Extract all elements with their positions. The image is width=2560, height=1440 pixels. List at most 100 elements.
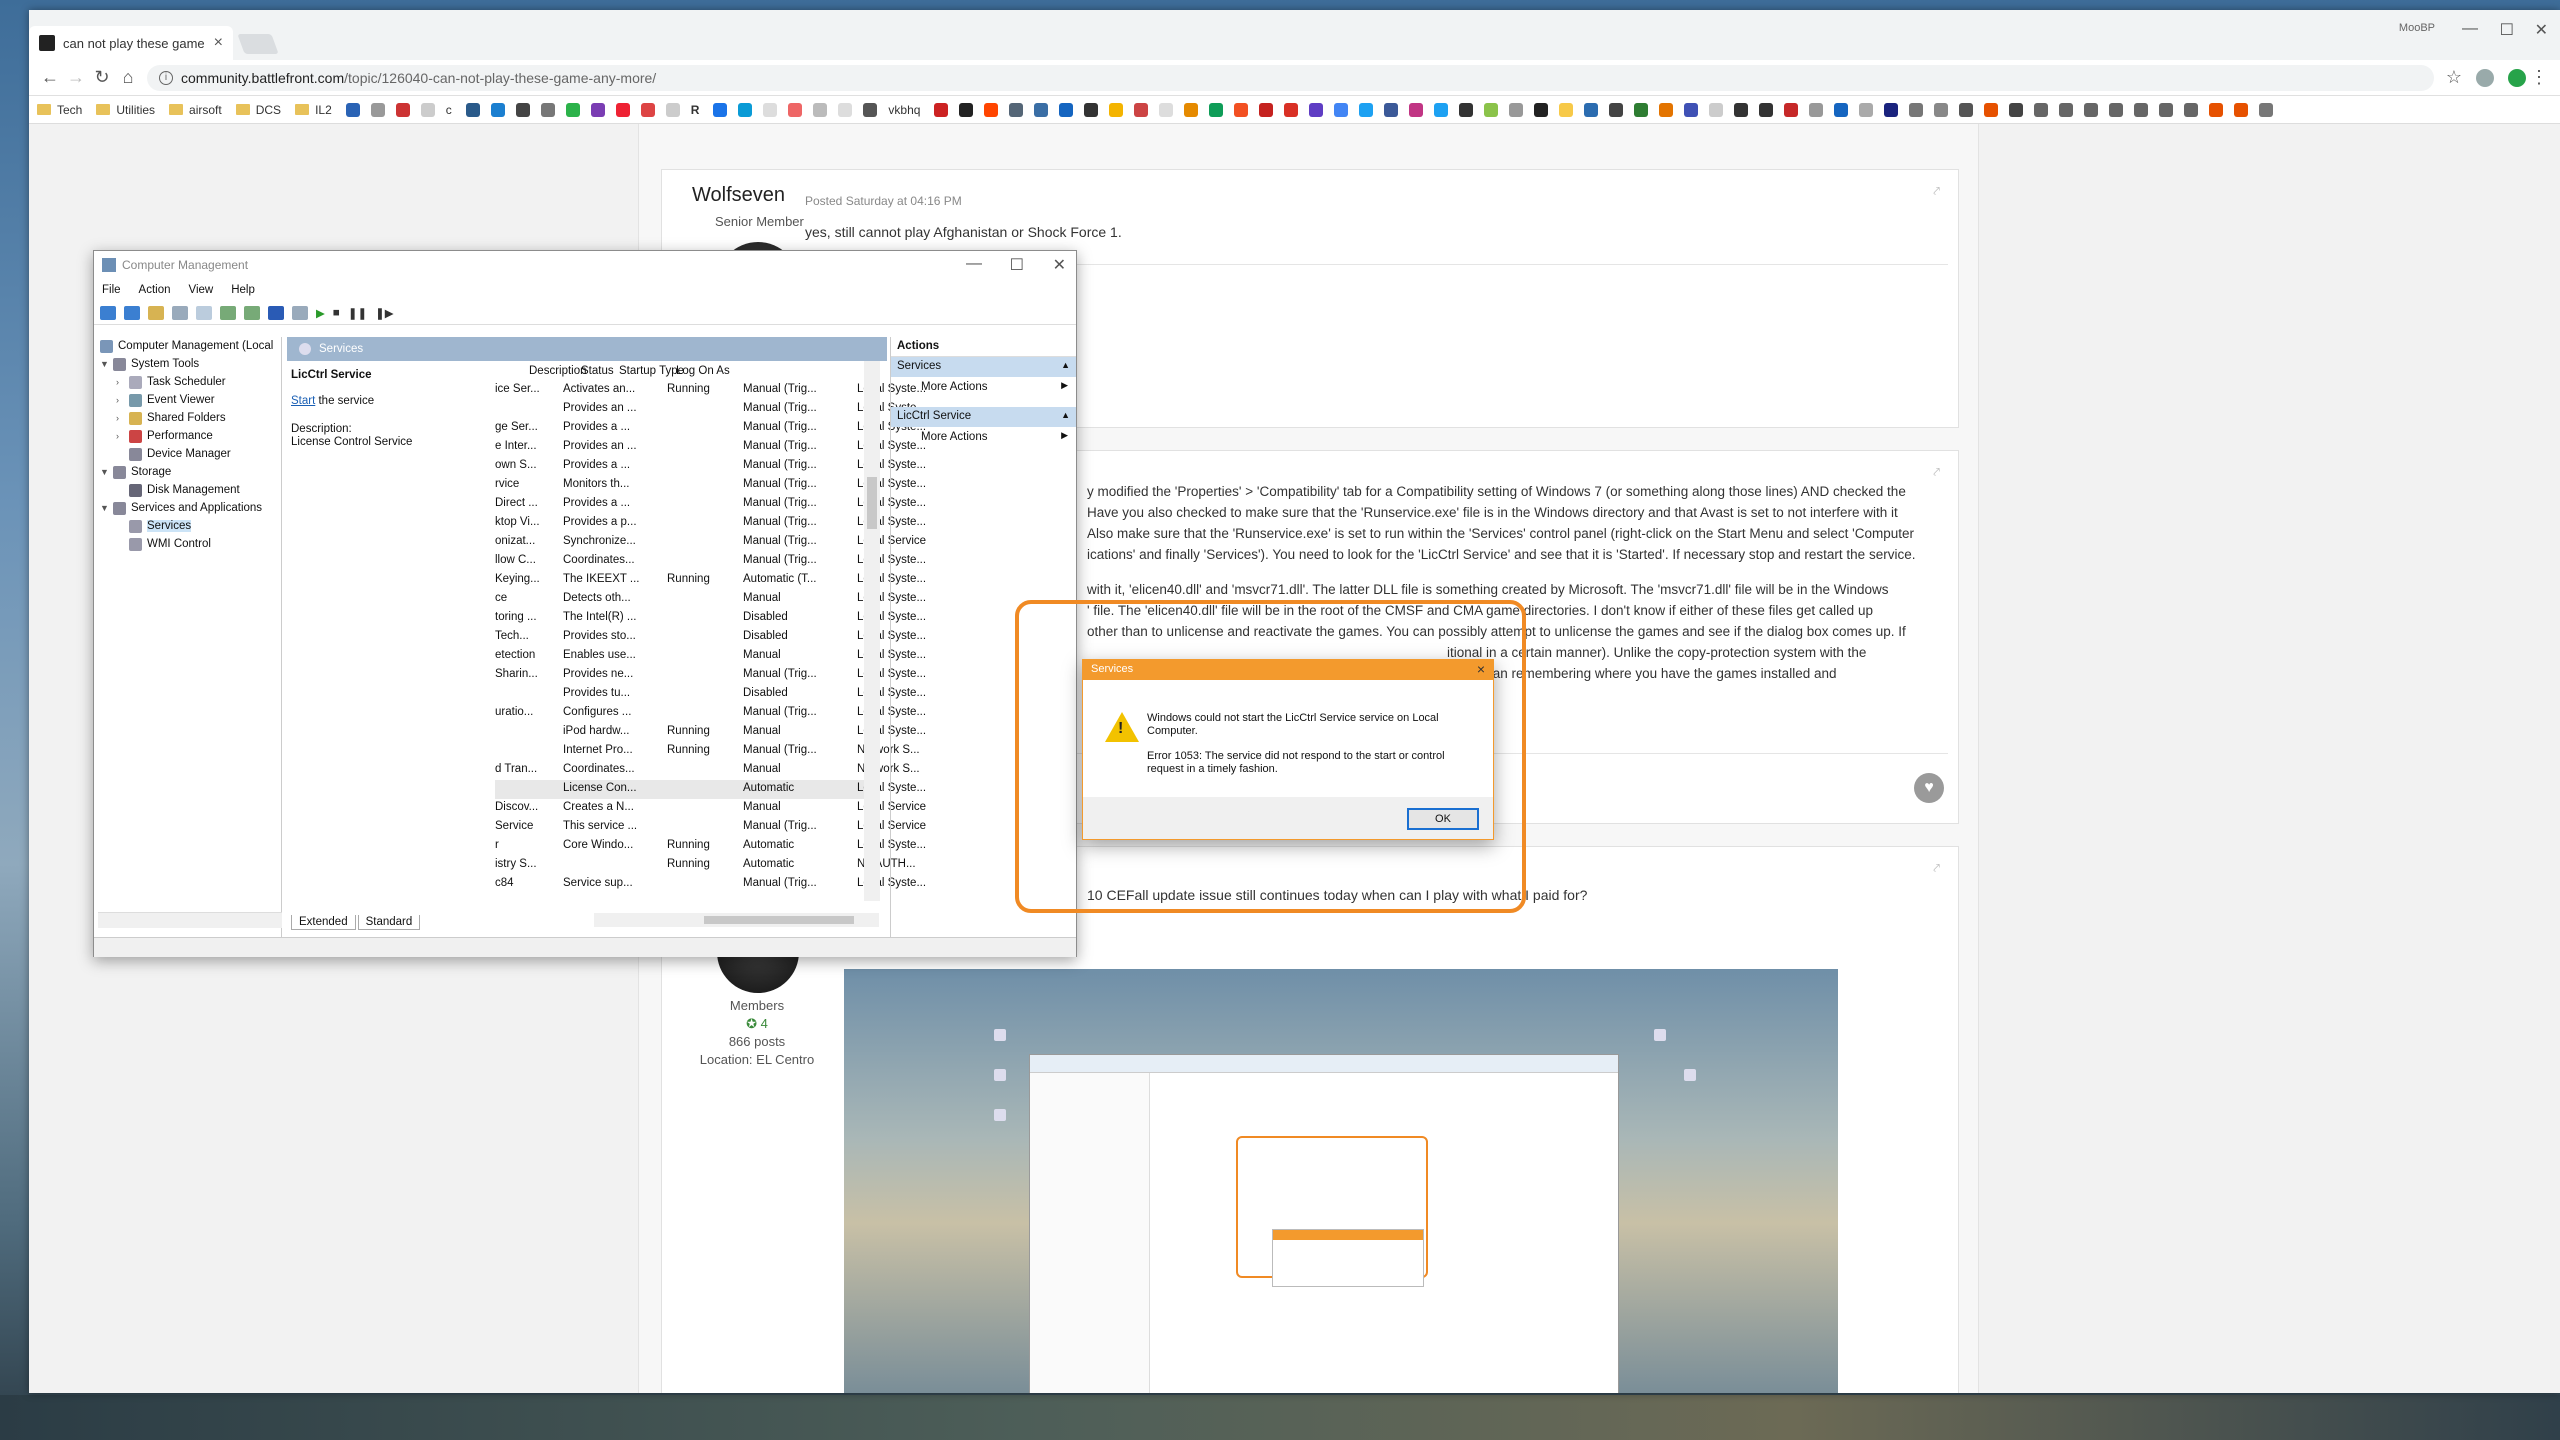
close-icon[interactable]: ✕ <box>1053 255 1066 275</box>
info-icon[interactable]: i <box>159 70 173 85</box>
bookmark-icon[interactable] <box>540 102 555 117</box>
column-description[interactable]: Description <box>529 365 587 377</box>
bookmark-icon[interactable] <box>615 102 630 117</box>
bookmark-icon[interactable] <box>2159 102 2174 117</box>
chevron-down-icon[interactable]: ▼ <box>100 359 110 369</box>
bookmark-icon[interactable] <box>370 102 385 117</box>
home-icon[interactable]: ⌂ <box>115 67 141 88</box>
bookmark-icon[interactable] <box>1334 102 1349 117</box>
chevron-right-icon[interactable]: › <box>116 395 126 405</box>
bookmark-icon[interactable] <box>959 102 974 117</box>
service-row[interactable]: ge Ser... Provides a ... Manual (Trig... Lo… <box>495 419 926 438</box>
scrollbar-thumb[interactable] <box>704 916 854 924</box>
up-folder-icon[interactable] <box>148 305 164 320</box>
service-row[interactable]: own S... Provides a ... Manual (Trig... Loc… <box>495 457 926 476</box>
bookmark-icon[interactable] <box>1884 102 1899 117</box>
back-arrow-icon[interactable]: ← <box>37 67 63 88</box>
reload-icon[interactable]: ↻ <box>89 67 115 88</box>
show-hide-tree-icon[interactable] <box>172 305 188 320</box>
tree-root[interactable]: Computer Management (Local <box>100 337 273 355</box>
more-actions-services[interactable]: More Actions ▶ <box>891 377 1076 397</box>
bookmark-folder-utilities[interactable]: Utilities <box>96 103 155 117</box>
service-row[interactable]: uratio... Configures ... Manual (Trig... Lo… <box>495 704 926 723</box>
bookmark-icon[interactable] <box>1759 102 1774 117</box>
bookmark-icon[interactable] <box>1509 102 1524 117</box>
stop-icon[interactable]: ■ <box>333 307 340 319</box>
service-row[interactable]: Provides an ...Manual (Trig...Local Syst… <box>495 400 926 419</box>
actions-section-licctrl[interactable]: LicCtrl Service ▲ <box>891 407 1076 427</box>
bookmark-icon[interactable] <box>1684 102 1699 117</box>
extension-green-icon[interactable] <box>2508 68 2526 87</box>
restart-icon[interactable]: ❚▶ <box>375 306 393 320</box>
bookmark-icon[interactable] <box>1309 102 1324 117</box>
menu-icon[interactable]: ⋮ <box>2526 67 2552 88</box>
bookmark-icon[interactable] <box>1984 102 1999 117</box>
bookmark-icon[interactable] <box>1459 102 1474 117</box>
bookmark-icon[interactable] <box>2209 102 2224 117</box>
ok-button[interactable]: OK <box>1407 808 1479 830</box>
view-icon[interactable] <box>292 305 308 320</box>
tab-standard[interactable]: Standard <box>357 915 421 930</box>
services-vertical-scrollbar[interactable] <box>864 361 880 901</box>
heart-icon[interactable]: ♥ <box>1914 773 1944 803</box>
bookmark-folder-dcs[interactable]: DCS <box>235 103 281 117</box>
bookmark-icon[interactable] <box>640 102 655 117</box>
column-log-on-as[interactable]: Log On As <box>676 365 730 377</box>
bookmark-icon[interactable] <box>1584 102 1599 117</box>
bookmark-icon[interactable] <box>1859 102 1874 117</box>
service-row[interactable]: Sharin... Provides ne... Manual (Trig... Lo… <box>495 666 926 685</box>
bookmark-icon[interactable] <box>738 102 753 117</box>
service-row[interactable]: Internet Pro... Running Manual (Trig... Net… <box>495 742 920 761</box>
chevron-right-icon[interactable]: › <box>116 413 126 423</box>
tree-event-viewer[interactable]: › Event Viewer <box>116 391 215 409</box>
bookmark-icon[interactable] <box>1259 102 1274 117</box>
back-arrow-icon[interactable] <box>100 305 116 320</box>
bookmark-vkbhq[interactable]: vkbhq <box>888 103 920 117</box>
bookmark-icon[interactable] <box>2059 102 2074 117</box>
bookmark-icon[interactable] <box>1234 102 1249 117</box>
service-row[interactable]: etection Enables use... Manual Local Syste.… <box>495 647 926 666</box>
bookmark-icon[interactable] <box>2109 102 2124 117</box>
bookmark-icon[interactable] <box>2259 102 2274 117</box>
collapse-icon[interactable]: ▲ <box>1061 360 1070 370</box>
services-horizontal-scrollbar[interactable] <box>594 913 879 927</box>
bookmark-icon[interactable] <box>1909 102 1924 117</box>
bookmark-icon[interactable] <box>395 102 410 117</box>
bookmark-icon[interactable] <box>1184 102 1199 117</box>
scrollbar-thumb[interactable] <box>867 477 877 529</box>
post-author[interactable]: Wolfseven <box>692 184 785 207</box>
star-icon[interactable]: ☆ <box>2446 67 2462 88</box>
profile-name[interactable]: MooBP <box>2399 22 2435 34</box>
bookmark-icon[interactable] <box>863 102 878 117</box>
service-row[interactable]: Discov... Creates a N... Manual Local Servi… <box>495 799 926 818</box>
bookmark-icon[interactable] <box>1834 102 1849 117</box>
column-startup-type[interactable]: Startup Type <box>619 365 684 377</box>
tab-close-icon[interactable]: × <box>214 34 223 52</box>
bookmark-icon[interactable] <box>1634 102 1649 117</box>
bookmark-icon[interactable] <box>984 102 999 117</box>
start-service-link[interactable]: Start <box>291 395 315 407</box>
bookmark-icon[interactable] <box>713 102 728 117</box>
service-row[interactable]: rvice Monitors th... Manual (Trig... Local … <box>495 476 926 495</box>
bookmark-icon[interactable] <box>1434 102 1449 117</box>
bookmark-icon[interactable] <box>1059 102 1074 117</box>
bookmark-icon[interactable] <box>1809 102 1824 117</box>
service-row[interactable]: Keying... The IKEEXT ... Running Automatic … <box>495 571 926 590</box>
menu-file[interactable]: File <box>102 284 121 296</box>
bookmark-icon[interactable] <box>490 102 505 117</box>
service-row[interactable]: ice Ser... Activates an... Running Manual (… <box>495 381 926 400</box>
bookmark-icon[interactable] <box>665 102 680 117</box>
menu-view[interactable]: View <box>189 284 214 296</box>
actions-section-services[interactable]: Services ▲ <box>891 357 1076 377</box>
menu-help[interactable]: Help <box>231 284 255 296</box>
share-icon[interactable]: ⤤ <box>1933 861 1940 876</box>
chevron-down-icon[interactable]: ▼ <box>100 503 110 513</box>
bookmark-icon[interactable] <box>465 102 480 117</box>
embedded-screenshot-image[interactable] <box>844 969 1838 1393</box>
forward-arrow-icon[interactable] <box>124 305 140 320</box>
bookmark-icon[interactable] <box>2184 102 2199 117</box>
bookmark-icon[interactable] <box>813 102 828 117</box>
bookmark-icon[interactable] <box>1484 102 1499 117</box>
bookmark-icon[interactable] <box>1209 102 1224 117</box>
bookmark-icon[interactable] <box>1284 102 1299 117</box>
